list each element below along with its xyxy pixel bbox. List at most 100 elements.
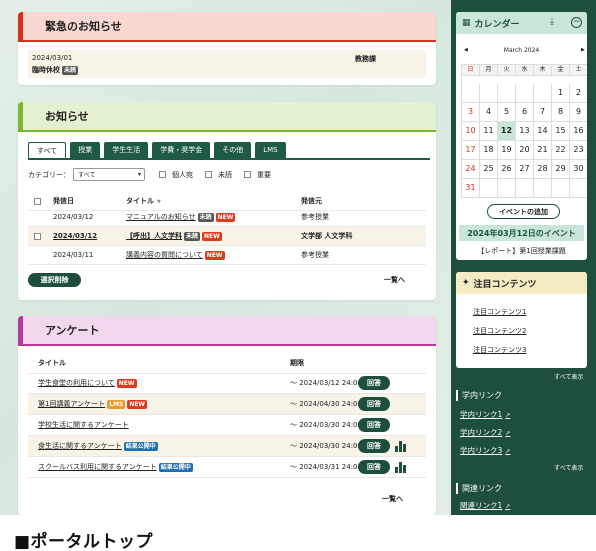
campus-link[interactable]: 学内リンク2 ↗ xyxy=(460,427,510,438)
sort-icon: ▼ xyxy=(157,199,161,205)
calendar-day[interactable]: 3 xyxy=(462,103,480,122)
answer-button[interactable]: 回答 xyxy=(358,439,390,453)
calendar-day[interactable]: 1 xyxy=(552,84,570,103)
answer-button[interactable]: 回答 xyxy=(358,460,390,474)
calendar-day[interactable]: 28 xyxy=(534,160,552,179)
calendar-day[interactable]: 23 xyxy=(570,141,587,160)
answer-button[interactable]: 回答 xyxy=(358,397,390,411)
urgent-item[interactable]: 2024/03/01 臨時休校 未読 教務課 xyxy=(28,50,426,78)
new-badge: NEW xyxy=(202,231,222,241)
tab-student-life[interactable]: 学生生活 xyxy=(104,142,149,158)
unread-badge: 未読 xyxy=(62,65,79,75)
select-all-checkbox[interactable] xyxy=(34,197,41,205)
calendar-day[interactable]: 11 xyxy=(480,122,498,141)
news-row[interactable]: 2024/03/11 講義内容の質問について NEW 参考授業 xyxy=(28,246,426,265)
important-checkbox[interactable] xyxy=(244,171,251,178)
campus-link[interactable]: 学内リンク3 ↗ xyxy=(460,445,510,456)
calendar-day[interactable]: 30 xyxy=(570,160,587,179)
featured-item[interactable]: 注目コンテンツ3 xyxy=(473,345,526,355)
news-more-link[interactable]: 一覧へ xyxy=(384,275,405,285)
calendar-day[interactable]: 24 xyxy=(462,160,480,179)
news-row-title[interactable]: マニュアルのお知らせ 未読 NEW xyxy=(126,212,236,222)
urgent-item-title[interactable]: 臨時休校 未読 xyxy=(32,65,79,75)
survey-row-title[interactable]: 食生活に関するアンケート 結果公開中 xyxy=(38,441,158,451)
collapse-icon[interactable]: − xyxy=(571,17,582,28)
calendar-day[interactable]: 31 xyxy=(462,179,480,198)
calendar-day[interactable]: 17 xyxy=(462,141,480,160)
survey-row-title[interactable]: 学校生活に関するアンケート xyxy=(38,420,129,430)
results-chart-icon[interactable] xyxy=(395,461,406,473)
answer-button[interactable]: 回答 xyxy=(358,418,390,432)
delete-selected-button[interactable]: 選択削除 xyxy=(28,273,81,287)
news-row[interactable]: 2024/03/12 マニュアルのお知らせ 未読 NEW 参考授業 xyxy=(28,208,426,227)
calendar-empty-cell xyxy=(534,84,552,103)
filter-personal[interactable]: 個人宛 xyxy=(159,170,193,180)
filter-unread[interactable]: 未読 xyxy=(205,170,232,180)
news-row-title[interactable]: 講義内容の質問について NEW xyxy=(126,250,225,260)
event-item[interactable]: 【レポート】第1回授業課題 xyxy=(456,246,587,256)
tab-tuition[interactable]: 学費・奨学金 xyxy=(152,142,211,158)
news-row-title[interactable]: 【呼出】人文学科 未読 NEW xyxy=(126,231,222,241)
urgent-date: 2024/03/01 xyxy=(32,54,73,62)
calendar-day[interactable]: 15 xyxy=(552,122,570,141)
calendar-empty-cell xyxy=(516,84,534,103)
row-checkbox[interactable] xyxy=(34,232,41,240)
survey-row-title[interactable]: スクールバス利用に関するアンケート 結果公開中 xyxy=(38,462,193,472)
calendar-day[interactable]: 7 xyxy=(534,103,552,122)
calendar-day[interactable]: 27 xyxy=(516,160,534,179)
calendar-day[interactable]: 18 xyxy=(480,141,498,160)
calendar-day[interactable]: 5 xyxy=(498,103,516,122)
unread-checkbox[interactable] xyxy=(205,171,212,178)
results-chart-icon[interactable] xyxy=(395,440,406,452)
external-link-icon: ↗ xyxy=(505,412,511,419)
related-link[interactable]: 関連リンク1 ↗ xyxy=(460,500,510,511)
weekday-label: 金 xyxy=(552,65,570,76)
featured-item[interactable]: 注目コンテンツ1 xyxy=(473,307,526,317)
calendar-day[interactable]: 6 xyxy=(516,103,534,122)
calendar-day[interactable]: 29 xyxy=(552,160,570,179)
add-event-button[interactable]: イベントの追加 xyxy=(487,204,560,219)
calendar-day[interactable]: 26 xyxy=(498,160,516,179)
calendar-day[interactable]: 20 xyxy=(516,141,534,160)
weekday-label: 水 xyxy=(516,65,534,76)
calendar-day[interactable]: 21 xyxy=(534,141,552,160)
calendar-day[interactable]: 12 xyxy=(498,122,516,141)
next-month-icon[interactable]: ▶ xyxy=(581,47,585,53)
survey-row: 食生活に関するアンケート 結果公開中 〜 2024/03/30 24:00 回答 xyxy=(28,436,426,457)
calendar-day[interactable]: 22 xyxy=(552,141,570,160)
calendar-day[interactable]: 14 xyxy=(534,122,552,141)
download-icon[interactable]: ⤓ xyxy=(550,17,554,27)
answer-button[interactable]: 回答 xyxy=(358,376,390,390)
col-date[interactable]: 発信日 xyxy=(53,196,74,206)
campus-link[interactable]: 学内リンク1 ↗ xyxy=(460,409,510,420)
survey-more-link[interactable]: 一覧へ xyxy=(382,494,403,504)
personal-checkbox[interactable] xyxy=(159,171,166,178)
calendar-day[interactable]: 25 xyxy=(480,160,498,179)
calendar-day[interactable]: 4 xyxy=(480,103,498,122)
featured-item[interactable]: 注目コンテンツ2 xyxy=(473,326,526,336)
tab-all[interactable]: すべて xyxy=(28,142,67,158)
calendar-day[interactable]: 19 xyxy=(498,141,516,160)
calendar-day[interactable]: 9 xyxy=(570,103,587,122)
tab-classes[interactable]: 授業 xyxy=(70,142,101,158)
category-select[interactable]: すべて ▾ xyxy=(73,168,145,181)
calendar-day[interactable]: 2 xyxy=(570,84,587,103)
filter-important[interactable]: 重要 xyxy=(244,170,271,180)
new-badge: NEW xyxy=(215,212,236,222)
col-title[interactable]: タイトル ▼ xyxy=(126,196,161,206)
survey-row-title[interactable]: 第1回講義アンケート LMS NEW xyxy=(38,399,148,409)
featured-more-link[interactable]: すべて表示 xyxy=(554,372,583,381)
weekday-label: 土 xyxy=(570,65,587,76)
survey-row-title[interactable]: 学生食堂の利用について NEW xyxy=(38,378,137,388)
lms-badge: LMS xyxy=(107,399,126,409)
calendar-day[interactable]: 8 xyxy=(552,103,570,122)
campus-links-more[interactable]: すべて表示 xyxy=(554,463,583,472)
tab-other[interactable]: その他 xyxy=(214,142,252,158)
calendar-day[interactable]: 16 xyxy=(570,122,587,141)
external-link-icon: ↗ xyxy=(505,503,511,510)
tab-lms[interactable]: LMS xyxy=(255,142,286,158)
results-badge: 結果公開中 xyxy=(123,441,158,451)
calendar-day[interactable]: 10 xyxy=(462,122,480,141)
news-row[interactable]: 2024/03/12 【呼出】人文学科 未読 NEW 文学部 人文学科 xyxy=(28,227,426,246)
calendar-day[interactable]: 13 xyxy=(516,122,534,141)
